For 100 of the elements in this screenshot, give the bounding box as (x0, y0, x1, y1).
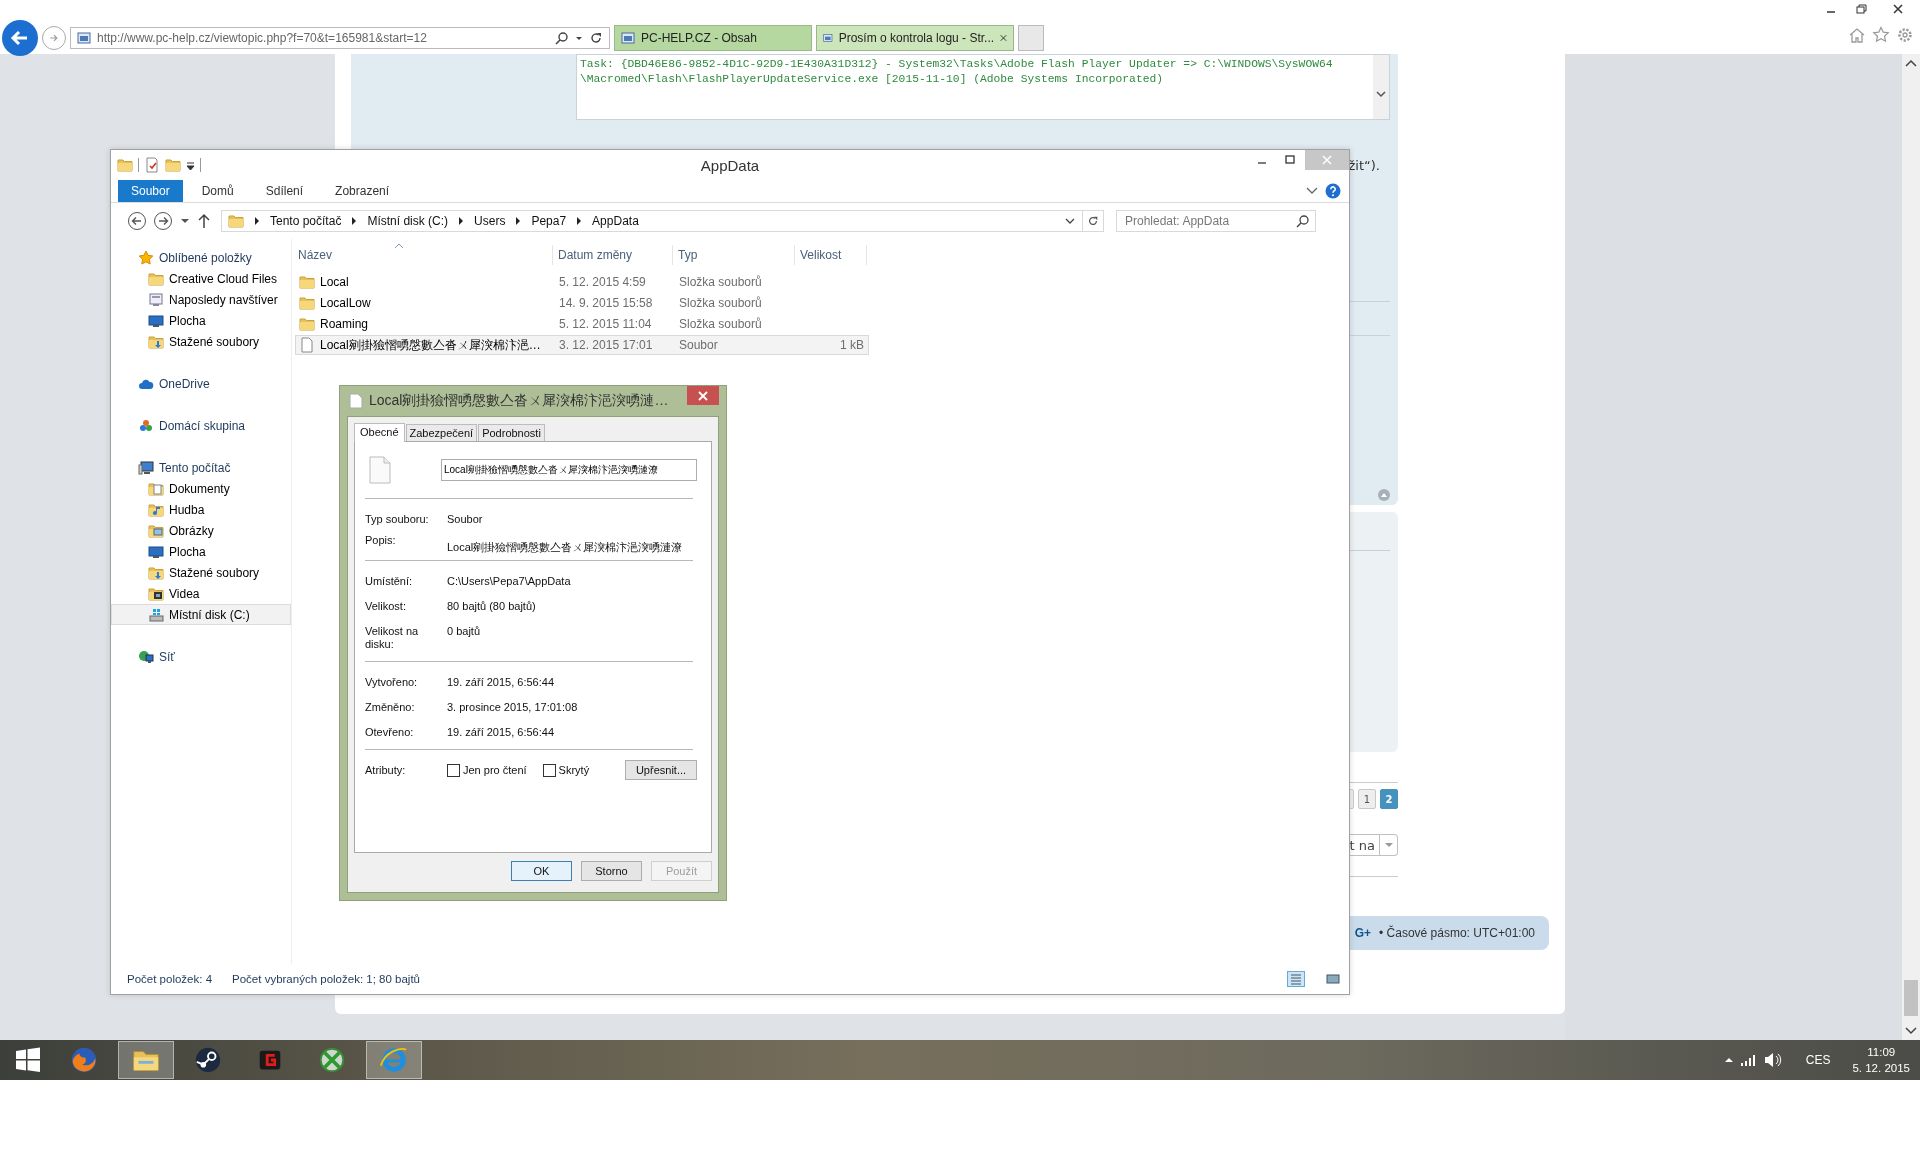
page-icon (77, 31, 91, 45)
sidebar-item[interactable]: Videa (111, 583, 291, 604)
scrollbar[interactable] (1902, 54, 1920, 1040)
scroll-down-icon[interactable] (1375, 89, 1387, 99)
ribbon-tab[interactable]: Zobrazení (322, 180, 403, 202)
date-cell-text: 3. 12. 2015 17:01 (558, 338, 654, 352)
breadcrumb-item[interactable]: Pepa7 (531, 214, 567, 228)
date-cell-text: 5. 12. 2015 4:59 (558, 275, 647, 289)
chevron-icon[interactable] (252, 216, 262, 226)
advanced-button[interactable]: Upřesnit... (625, 760, 697, 780)
sidebar-item[interactable]: OneDrive (111, 373, 291, 394)
checkbox[interactable]: Jen pro čtení (447, 763, 527, 777)
drive-icon (148, 606, 164, 623)
property-value: 0 bajtů (447, 625, 481, 638)
search-icon[interactable] (555, 31, 569, 45)
file-icon (369, 456, 391, 484)
sidebar-item[interactable]: Tento počítač (111, 457, 291, 478)
property-value: 19. září 2015, 6:56:44 (447, 676, 555, 689)
download-folder-icon (148, 564, 164, 581)
caret-icon[interactable] (1723, 1055, 1734, 1065)
sidebar-item[interactable]: Síť (111, 646, 291, 667)
piston-disc-icon (193, 1045, 223, 1075)
spheres-icon (138, 417, 154, 434)
refresh-icon[interactable] (589, 31, 603, 45)
sidebar-item[interactable]: Naposledy navštíver (111, 289, 291, 310)
search-icon[interactable] (1296, 214, 1310, 228)
folder-icon (299, 316, 315, 332)
search-field[interactable]: Prohledat: AppData (1116, 210, 1316, 232)
home-icon[interactable] (1848, 26, 1866, 44)
sidebar-item[interactable]: Dokumenty (111, 478, 291, 499)
sidebar-item[interactable]: Hudba (111, 499, 291, 520)
column-header[interactable]: Název (295, 245, 553, 265)
sidebar-item[interactable]: Místní disk (C:) (111, 604, 291, 625)
ribbon-tab[interactable]: Domů (188, 180, 247, 202)
breadcrumb-item[interactable]: Tento počítač (270, 214, 342, 228)
sidebar-item[interactable]: Domácí skupina (111, 415, 291, 436)
checkbox[interactable]: Skrytý (542, 763, 590, 777)
scroll-thumb[interactable] (1904, 980, 1918, 1016)
dialog-tab[interactable]: Zabezpečení (405, 424, 478, 441)
sidebar-item[interactable]: Plocha (111, 310, 291, 331)
property-label: Umístění: (365, 575, 414, 588)
language-indicator[interactable]: CES (1805, 1053, 1831, 1067)
large-icons-view-icon[interactable] (1325, 972, 1341, 986)
scroll-up-icon[interactable] (1904, 58, 1918, 68)
column-header[interactable]: Typ (673, 245, 795, 265)
jump-select[interactable]: t na (1348, 834, 1398, 856)
file-row[interactable]: Roaming 5. 12. 2015 11:04 Složka souborů (295, 314, 869, 334)
breadcrumb-item[interactable]: Users (474, 214, 506, 228)
address-bar[interactable]: http://www.pc-help.cz/viewtopic.php?f=70&t=165981&start=12 (70, 27, 610, 49)
breadcrumb-item[interactable]: AppData (592, 214, 639, 228)
star-icon[interactable] (1872, 26, 1890, 44)
sidebar-item[interactable]: Stažené soubory (111, 562, 291, 583)
film-folder-icon (148, 585, 164, 602)
close-button[interactable] (687, 386, 719, 405)
column-header[interactable]: Datum změny (553, 245, 673, 265)
file-row[interactable]: Local 5. 12. 2015 4:59 Složka souborů (295, 272, 869, 292)
page-link[interactable]: 1 (1358, 789, 1376, 809)
refresh-button[interactable] (1082, 210, 1104, 232)
help-icon[interactable] (1325, 183, 1341, 199)
page-icon (823, 31, 833, 45)
property-value: C:\Users\Pepa7\AppData (447, 575, 571, 588)
ribbon-tab[interactable]: Soubor (118, 180, 183, 202)
signal-icon[interactable] (1739, 1053, 1758, 1067)
property-label: Atributy: (365, 763, 407, 777)
scrollbar[interactable] (1373, 55, 1389, 119)
file-row[interactable]: LocalLow 14. 9. 2015 15:58 Složka souborů (295, 293, 869, 313)
forward-icon[interactable] (153, 211, 173, 231)
column-header[interactable]: Velikost (795, 245, 867, 265)
sidebar-item[interactable]: Stažené soubory (111, 331, 291, 352)
clock[interactable]: 11:09 5. 12. 2015 (1852, 1044, 1910, 1076)
dialog-button[interactable]: OK (511, 861, 572, 881)
type-cell-text: Soubor (678, 338, 719, 352)
sidebar-item[interactable]: Obrázky (111, 520, 291, 541)
file-row[interactable]: Local剜掛獫慴㗈慇數亼沓ㄨ犀湥棉汴浥… 3. 12. 2015 17:01 Soubor 1 kB (295, 335, 869, 355)
sidebar-item[interactable]: Plocha (111, 541, 291, 562)
breadcrumb-item[interactable]: Místní disk (C:) (367, 214, 449, 228)
close-icon[interactable] (1000, 33, 1007, 43)
scroll-down-icon[interactable] (1904, 1026, 1918, 1036)
dialog-tab[interactable]: Obecné (354, 423, 405, 442)
file-name-field[interactable]: Local剜掛獫慴㗈慇數亼沓ㄨ犀湥棉汴浥湥㗈漣潦 (441, 459, 697, 481)
post-text: žit“). (1348, 158, 1380, 173)
properties-icon[interactable] (144, 157, 160, 173)
sidebar-item[interactable]: Oblíbené položky (111, 247, 291, 268)
sidebar-item[interactable]: Creative Cloud Files (111, 268, 291, 289)
settings-icon[interactable] (1896, 26, 1914, 44)
caret-icon (1384, 842, 1393, 848)
up-arrow-icon[interactable] (197, 213, 211, 229)
breadcrumb-bar[interactable]: Tento počítač Místní disk (C:) Users Pepa7 AppData (221, 210, 1083, 232)
social-link[interactable]: G+ (1354, 926, 1372, 940)
browser-tab[interactable]: PC-HELP.CZ - Obsah (614, 25, 812, 51)
dialog-button[interactable]: Storno (581, 861, 642, 881)
browser-tab[interactable]: Prosím o kontrola logu - Str... (816, 25, 1014, 51)
property-value: Soubor (447, 513, 483, 526)
dialog-tab[interactable]: Podrobnosti (478, 424, 545, 441)
ribbon-tab[interactable]: Sdílení (252, 180, 317, 202)
back-button[interactable] (2, 20, 38, 56)
caret-icon[interactable] (1064, 216, 1076, 226)
file-icon (299, 337, 315, 353)
back-icon[interactable] (127, 211, 147, 231)
speaker-icon[interactable] (1763, 1052, 1782, 1068)
